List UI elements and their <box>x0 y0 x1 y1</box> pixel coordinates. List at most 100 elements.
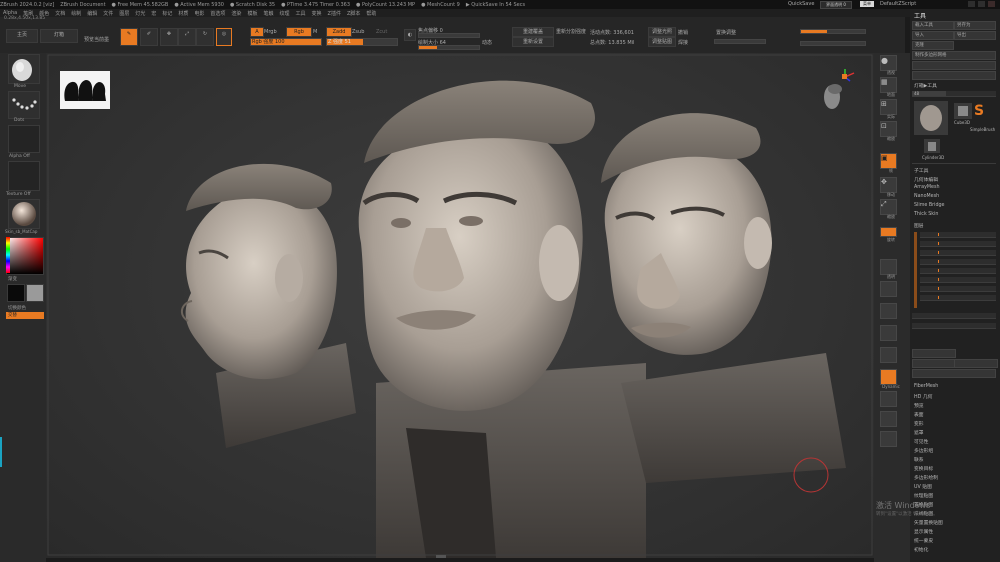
menu-macro[interactable]: 宏 <box>151 10 156 17</box>
menu-tool[interactable]: 工具 <box>295 10 305 17</box>
export-mdd-button[interactable] <box>954 359 998 368</box>
layer-row-8[interactable] <box>920 295 996 301</box>
maximize-button[interactable] <box>978 1 985 7</box>
ui-transparency-slider[interactable]: 界面透明 0 <box>820 1 852 9</box>
geometry-section[interactable]: 几何体编辑 <box>914 176 938 183</box>
ghost-button[interactable] <box>880 347 897 363</box>
import-mdd-button[interactable] <box>912 359 956 368</box>
layer-controls[interactable] <box>912 313 996 319</box>
display-properties-section[interactable]: 显示属性 <box>914 528 933 535</box>
load-tool-button[interactable]: 载入工具 <box>912 21 954 30</box>
thick-skin-section[interactable]: Thick Skin <box>914 212 938 217</box>
save-as-button[interactable]: 另存为 <box>954 21 996 30</box>
layer-row-5[interactable] <box>920 268 996 274</box>
transp-button[interactable] <box>880 259 897 275</box>
make-polymesh-button[interactable]: 制作多边形网格 <box>912 51 996 60</box>
adjust-map-button[interactable]: 调整贴图 <box>648 37 676 47</box>
tool-thumbnail-cube[interactable] <box>954 103 972 119</box>
menu-file[interactable]: 文件 <box>103 10 113 17</box>
xyz-button[interactable] <box>880 411 897 427</box>
weld-label[interactable]: 焊接 <box>678 39 688 46</box>
alpha-thumbnail[interactable] <box>8 125 40 153</box>
dynamic-label[interactable]: 动态 <box>482 39 492 46</box>
polypaint-section[interactable]: 多边形绘制 <box>914 474 938 481</box>
initialize-section[interactable]: 初始化 <box>914 546 928 553</box>
menu-texture[interactable]: 纹理 <box>279 10 289 17</box>
move-view-button[interactable]: ✥ <box>880 177 897 193</box>
deformation-section[interactable]: 变形 <box>914 420 924 427</box>
menu-zscript[interactable]: Z脚本 <box>347 10 360 17</box>
persp-button[interactable]: ● <box>880 55 897 71</box>
menu-render[interactable]: 渲染 <box>231 10 241 17</box>
adjust-light-button[interactable]: 调整光照 <box>648 27 676 37</box>
layer-scrollbar[interactable] <box>914 232 917 308</box>
switch-color-label[interactable]: 切换颜色 <box>8 305 26 311</box>
cylinder-thumbnail[interactable] <box>924 139 940 153</box>
hd-geometry-section[interactable]: HD 几何 <box>914 393 932 400</box>
rotate-view-button[interactable] <box>880 227 897 237</box>
layer-row-6[interactable] <box>920 277 996 283</box>
menu-stroke[interactable]: 笔触 <box>263 10 273 17</box>
surface-section[interactable]: 表面 <box>914 411 924 418</box>
layer-row-4[interactable] <box>920 259 996 265</box>
tool-thumbnail-head[interactable] <box>914 101 948 135</box>
menu-help[interactable]: 帮助 <box>366 10 376 17</box>
contact-section[interactable]: 联系 <box>914 456 924 463</box>
layer-row-7[interactable] <box>920 286 996 292</box>
actual-button[interactable]: ⊞ <box>880 99 897 115</box>
top-right-slider[interactable] <box>800 29 866 34</box>
menu-stencil[interactable]: 模板 <box>247 10 257 17</box>
move-mode-button[interactable]: ✥ <box>160 28 178 46</box>
edit-mesh-label[interactable]: 置换调整 <box>716 29 736 36</box>
edit-mesh-slider[interactable] <box>714 39 766 44</box>
zadd-button[interactable]: Zadd <box>326 27 352 37</box>
unified-skin-section[interactable]: 统一蒙皮 <box>914 537 933 544</box>
dynamic-persp-button[interactable] <box>880 369 897 385</box>
lightbox-tools-label[interactable]: 灯箱▶工具 <box>914 82 937 89</box>
draw-size-slider[interactable] <box>418 45 480 50</box>
alternate-button[interactable]: 交替 <box>6 312 44 319</box>
polyf-button[interactable] <box>880 281 897 297</box>
menu-light[interactable]: 灯光 <box>135 10 145 17</box>
material-thumbnail[interactable] <box>8 199 40 229</box>
m-label[interactable]: M <box>313 29 317 35</box>
frame-button[interactable]: ▣ <box>880 153 897 169</box>
scale-mode-button[interactable]: ⤢ <box>178 28 196 46</box>
tool-palette-header[interactable]: 工具 <box>914 11 926 20</box>
undo-label[interactable]: 撤销 <box>678 29 688 36</box>
backface-button[interactable]: 重建覆盖 <box>512 27 554 37</box>
menu-edit[interactable]: 编辑 <box>87 10 97 17</box>
reset-button[interactable]: 重新设置 <box>512 37 554 47</box>
layers-section[interactable]: 图层 <box>914 222 924 229</box>
floor-button[interactable]: ▦ <box>880 77 897 93</box>
menus-toggle-button[interactable]: 菜单 <box>860 1 874 7</box>
texture-thumbnail[interactable] <box>8 161 40 191</box>
focal-shift-slider[interactable] <box>418 33 480 38</box>
mrgb-a-button[interactable]: A <box>250 27 264 37</box>
texture-map-section[interactable]: 纹理贴图 <box>914 492 933 499</box>
uv-map-section[interactable]: UV 贴图 <box>914 483 932 490</box>
sculpt-heads[interactable] <box>46 53 874 558</box>
color-picker[interactable] <box>6 237 44 275</box>
solo-button[interactable] <box>880 325 897 341</box>
lightbox-button[interactable]: 灯箱 <box>40 29 78 43</box>
rec-all-button[interactable] <box>912 349 956 358</box>
simplebrush-thumbnail[interactable]: S <box>974 103 994 121</box>
xpose-button[interactable] <box>880 303 897 319</box>
export-button[interactable]: 导出 <box>954 31 996 40</box>
menu-material[interactable]: 材质 <box>178 10 188 17</box>
masking-section[interactable]: 遮罩 <box>914 429 924 436</box>
menu-zplugin[interactable]: Z插件 <box>328 10 341 17</box>
lsym-button[interactable] <box>880 391 897 407</box>
nanomesh-section[interactable]: NanoMesh <box>914 194 939 199</box>
quicksave-button[interactable]: QuickSave <box>788 1 814 7</box>
edit-mode-button[interactable]: ✎ <box>120 28 138 46</box>
menu-preferences[interactable]: 首选项 <box>210 10 225 17</box>
goz-button[interactable] <box>912 61 996 70</box>
all-button[interactable] <box>912 71 996 80</box>
menu-document[interactable]: 文档 <box>55 10 65 17</box>
fibermesh-section[interactable]: FiberMesh <box>914 384 938 389</box>
vector-displacement-section[interactable]: 矢量置换贴图 <box>914 519 943 526</box>
home-button[interactable]: 主页 <box>6 29 38 43</box>
layer-row-1[interactable] <box>920 232 996 238</box>
